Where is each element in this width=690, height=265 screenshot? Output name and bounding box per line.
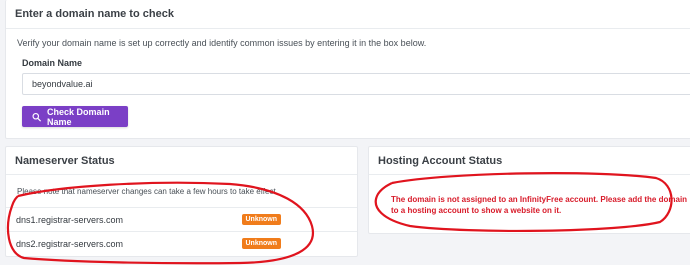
check-domain-button-label: Check Domain Name [47, 106, 110, 127]
nameserver-card-header: Nameserver Status [6, 147, 357, 175]
nameserver-row: dns1.registrar-servers.com Unknown [6, 207, 357, 231]
domain-card-header: Enter a domain name to check [6, 0, 690, 29]
nameserver-note: Please note that nameserver changes can … [17, 187, 278, 196]
hosting-card-header: Hosting Account Status [369, 147, 690, 175]
domain-name-label: Domain Name [22, 58, 83, 68]
hosting-status-message: The domain is not assigned to an Infinit… [391, 195, 688, 215]
domain-name-input[interactable]: beyondvalue.ai [22, 73, 690, 95]
nameserver-name: dns2.registrar-servers.com [16, 238, 124, 249]
search-icon [32, 112, 41, 121]
nameserver-name: dns1.registrar-servers.com [16, 214, 124, 225]
status-badge: Unknown [241, 214, 281, 225]
nameserver-row: dns2.registrar-servers.com Unknown [6, 231, 357, 255]
nameserver-status-card: Nameserver Status Please note that names… [5, 146, 358, 257]
domain-name-value: beyondvalue.ai [32, 79, 93, 89]
hosting-account-status-card: Hosting Account Status The domain is not… [368, 146, 690, 234]
check-domain-button[interactable]: Check Domain Name [22, 106, 128, 127]
domain-check-card: Enter a domain name to check Verify your… [5, 0, 690, 139]
status-badge: Unknown [241, 238, 281, 249]
domain-card-description: Verify your domain name is set up correc… [17, 38, 427, 48]
